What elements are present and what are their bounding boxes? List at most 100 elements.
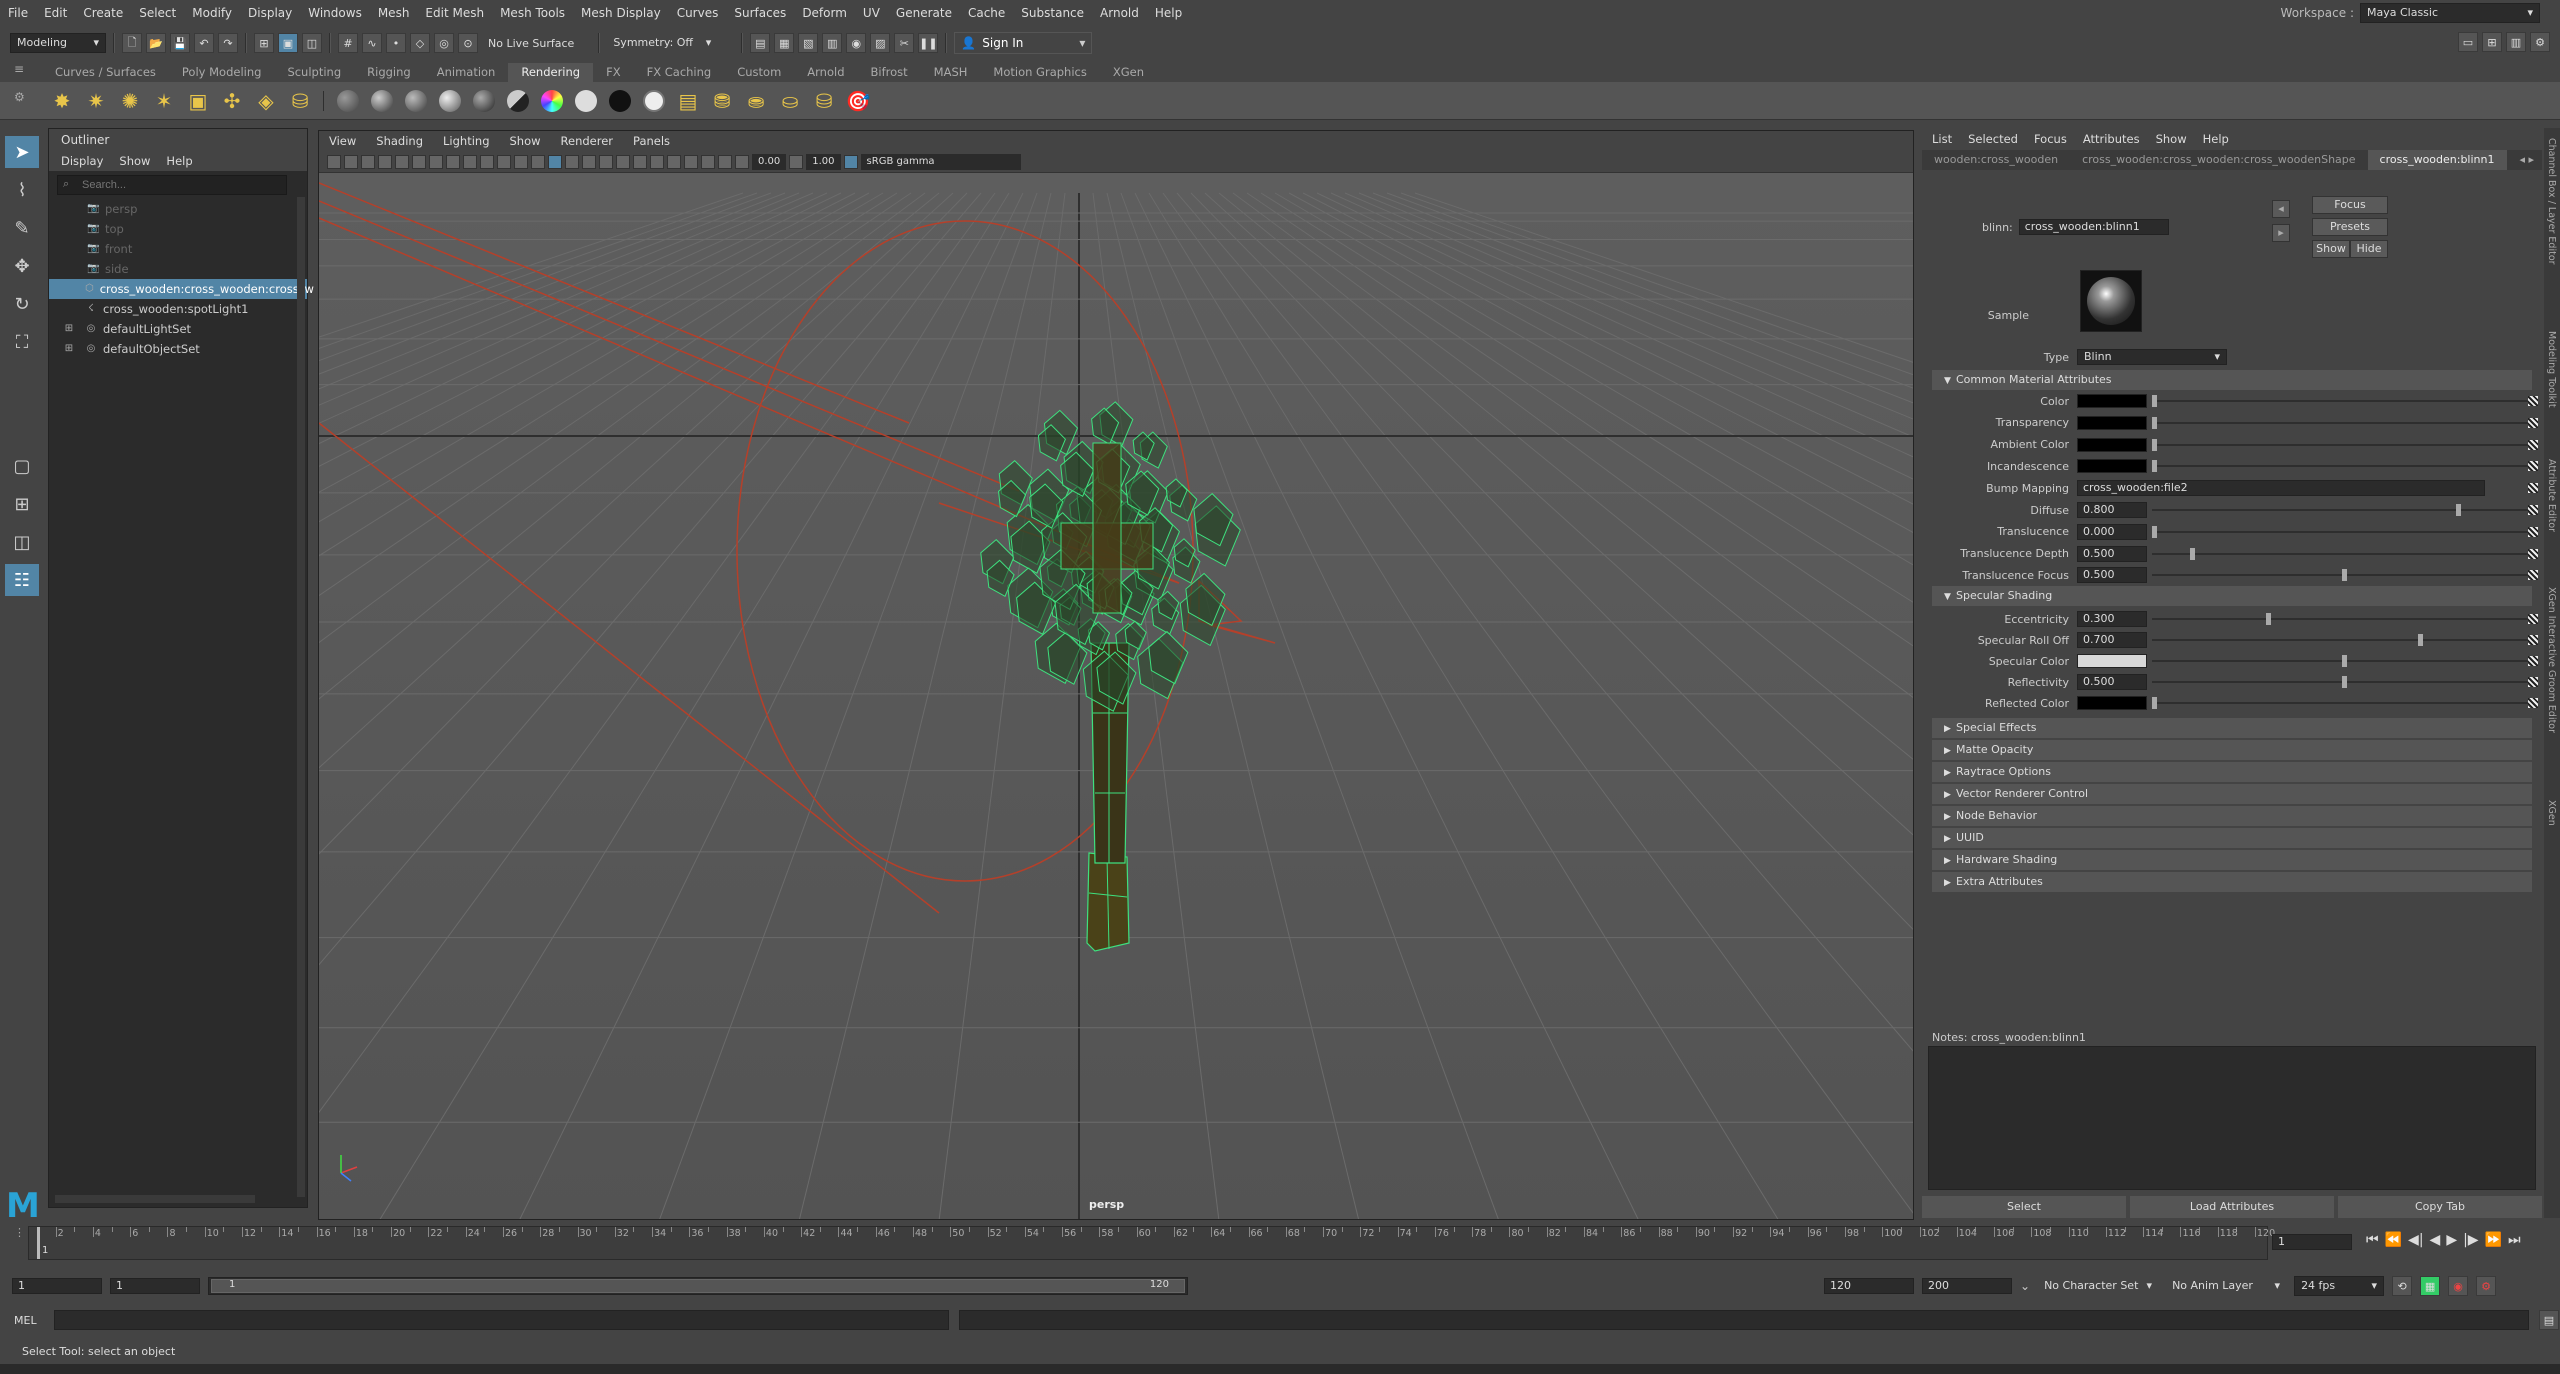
render-view-icon[interactable]: ▤	[750, 33, 771, 53]
step-back-frame-icon[interactable]: ◀|	[2408, 1232, 2423, 1248]
film-gate-icon[interactable]	[412, 154, 426, 169]
show-button[interactable]: Show	[2312, 240, 2350, 258]
attr-slider[interactable]	[2152, 509, 2532, 511]
attr-tab-cross-wooden-blinn1[interactable]: cross_wooden:blinn1	[2367, 150, 2507, 170]
menu-set-dropdown[interactable]: Modeling ▾	[10, 33, 106, 53]
shelf-tab-xgen[interactable]: XGen	[1100, 63, 1157, 82]
four-view-layout-icon[interactable]: ⊞	[5, 488, 39, 520]
slider-knob[interactable]	[2418, 634, 2423, 646]
render-settings-icon[interactable]: ▥	[822, 33, 843, 53]
area-light-icon[interactable]: ✶	[150, 87, 178, 115]
map-button-icon[interactable]	[2528, 483, 2538, 494]
material-ramp-icon[interactable]	[538, 87, 566, 115]
snap-plane-icon[interactable]: ◇	[410, 33, 430, 53]
go-to-end-icon[interactable]: ⏭	[2508, 1232, 2521, 1248]
loop-icon[interactable]: ⟲	[2392, 1276, 2413, 1296]
material-shadow-icon[interactable]	[640, 87, 668, 115]
shelf-tab-rigging[interactable]: Rigging	[354, 63, 424, 82]
map-button-icon[interactable]	[2528, 614, 2538, 624]
gamma-icon[interactable]	[789, 154, 804, 169]
outliner-item-cross-wooden-spotlight1[interactable]: ☇ cross_wooden:spotLight1	[49, 299, 307, 319]
side-tab-xgen-interactive-groom-editor[interactable]: XGen Interactive Groom Editor	[2546, 587, 2557, 733]
menu-display[interactable]: Display	[240, 0, 300, 26]
point-light-icon[interactable]: ✸	[48, 87, 76, 115]
material-blinn-icon[interactable]	[368, 87, 396, 115]
map-button-icon[interactable]	[2528, 505, 2538, 515]
menu-cache[interactable]: Cache	[960, 0, 1013, 26]
menu-substance[interactable]: Substance	[1013, 0, 1092, 26]
current-frame-field[interactable]: 1	[2272, 1234, 2352, 1250]
gamma-field[interactable]: 1.00	[806, 153, 841, 170]
range-slider[interactable]: 1 120	[208, 1277, 1188, 1295]
toolbox-toggle-icon[interactable]: ▥	[2506, 32, 2526, 52]
viewport-menu-panels[interactable]: Panels	[633, 131, 670, 151]
attr-value-field[interactable]: 0.000	[2077, 523, 2147, 540]
material-lambert-icon[interactable]	[334, 87, 362, 115]
attr-slider[interactable]	[2152, 702, 2532, 704]
section-node-behavior[interactable]: ▶ Node Behavior	[1932, 806, 2532, 826]
specular-shading-section[interactable]: ▼ Specular Shading	[1932, 586, 2532, 606]
attr-value-field[interactable]: 0.500	[2077, 545, 2147, 562]
viewport-menu-show[interactable]: Show	[510, 131, 541, 151]
attr-value-field[interactable]: 0.700	[2077, 632, 2147, 648]
shelf-tab-poly-modeling[interactable]: Poly Modeling	[169, 63, 275, 82]
resolution-gate-icon[interactable]	[429, 154, 443, 169]
side-tab-xgen[interactable]: XGen	[2546, 800, 2557, 826]
step-back-key-icon[interactable]: ⏪	[2385, 1232, 2402, 1248]
focus-button[interactable]: Focus	[2312, 196, 2388, 214]
attr-value-field[interactable]: 0.500	[2077, 674, 2147, 690]
snap-surface-icon[interactable]: ◎	[434, 33, 454, 53]
menu-mesh[interactable]: Mesh	[370, 0, 418, 26]
render-sequence-icon[interactable]: ✂	[894, 33, 915, 53]
attr-value-field[interactable]: 0.500	[2077, 567, 2147, 584]
ipr-icon[interactable]: ⛁	[810, 87, 838, 115]
wireframe-icon[interactable]	[514, 154, 528, 169]
shelf-tab-bifrost[interactable]: Bifrost	[858, 63, 921, 82]
section-extra-attributes[interactable]: ▶ Extra Attributes	[1932, 872, 2532, 892]
outliner-scrollbar[interactable]	[297, 197, 305, 1197]
pause-render-icon[interactable]: ❚❚	[918, 33, 939, 53]
select-tool-icon[interactable]: ➤	[5, 136, 39, 168]
anim-layer-dropdown[interactable]: No Anim Layer ▾	[2166, 1276, 2287, 1296]
select-object-icon[interactable]: ▣	[278, 33, 298, 53]
spot-light-icon[interactable]: ✺	[116, 87, 144, 115]
expand-icon[interactable]: ⊞	[63, 319, 75, 339]
outliner-item-side[interactable]: 📷 side	[49, 259, 307, 279]
scene-start-field[interactable]: 1	[12, 1278, 102, 1294]
snap-grid-icon[interactable]: #	[338, 33, 358, 53]
viewport-menu-view[interactable]: View	[329, 131, 356, 151]
playback-start-field[interactable]: 1	[110, 1278, 200, 1294]
go-input-icon[interactable]: ◂	[2272, 200, 2290, 218]
color-swatch[interactable]	[2077, 459, 2147, 474]
slider-knob[interactable]	[2152, 416, 2157, 429]
section-matte-opacity[interactable]: ▶ Matte Opacity	[1932, 740, 2532, 760]
outliner-menu-help[interactable]: Help	[166, 151, 192, 171]
map-button-icon[interactable]	[2528, 698, 2538, 708]
slider-knob[interactable]	[2456, 504, 2461, 516]
anti-aliasing-icon[interactable]	[650, 154, 664, 169]
color-swatch[interactable]	[2077, 654, 2147, 668]
wireframe-on-shaded-icon[interactable]	[548, 154, 562, 169]
map-button-icon[interactable]	[2528, 635, 2538, 645]
rotate-tool-icon[interactable]: ↻	[5, 288, 39, 320]
render-frame-icon[interactable]: ▦	[774, 33, 795, 53]
color-swatch[interactable]	[2077, 437, 2147, 452]
viewport-menu-lighting[interactable]: Lighting	[443, 131, 489, 151]
snap-curve-icon[interactable]: ∿	[362, 33, 382, 53]
attr-menu-help[interactable]: Help	[2203, 128, 2229, 150]
safe-title-icon[interactable]	[497, 154, 511, 169]
slider-knob[interactable]	[2152, 525, 2157, 538]
color-swatch[interactable]	[2077, 415, 2147, 430]
presets-button[interactable]: Presets	[2312, 218, 2388, 236]
play-backward-icon[interactable]: ◀	[2430, 1232, 2441, 1248]
gate-mask-icon[interactable]	[446, 154, 460, 169]
command-input[interactable]	[54, 1310, 949, 1330]
side-by-side-layout-icon[interactable]: ◫	[5, 526, 39, 558]
side-tab-modeling-toolkit[interactable]: Modeling Toolkit	[2546, 331, 2557, 408]
map-button-icon[interactable]	[2528, 677, 2538, 687]
step-forward-frame-icon[interactable]: |▶	[2463, 1232, 2478, 1248]
map-button-icon[interactable]	[2528, 417, 2538, 428]
map-button-icon[interactable]	[2528, 461, 2538, 472]
menu-deform[interactable]: Deform	[794, 0, 855, 26]
render-layer-icon[interactable]: ⛃	[708, 87, 736, 115]
